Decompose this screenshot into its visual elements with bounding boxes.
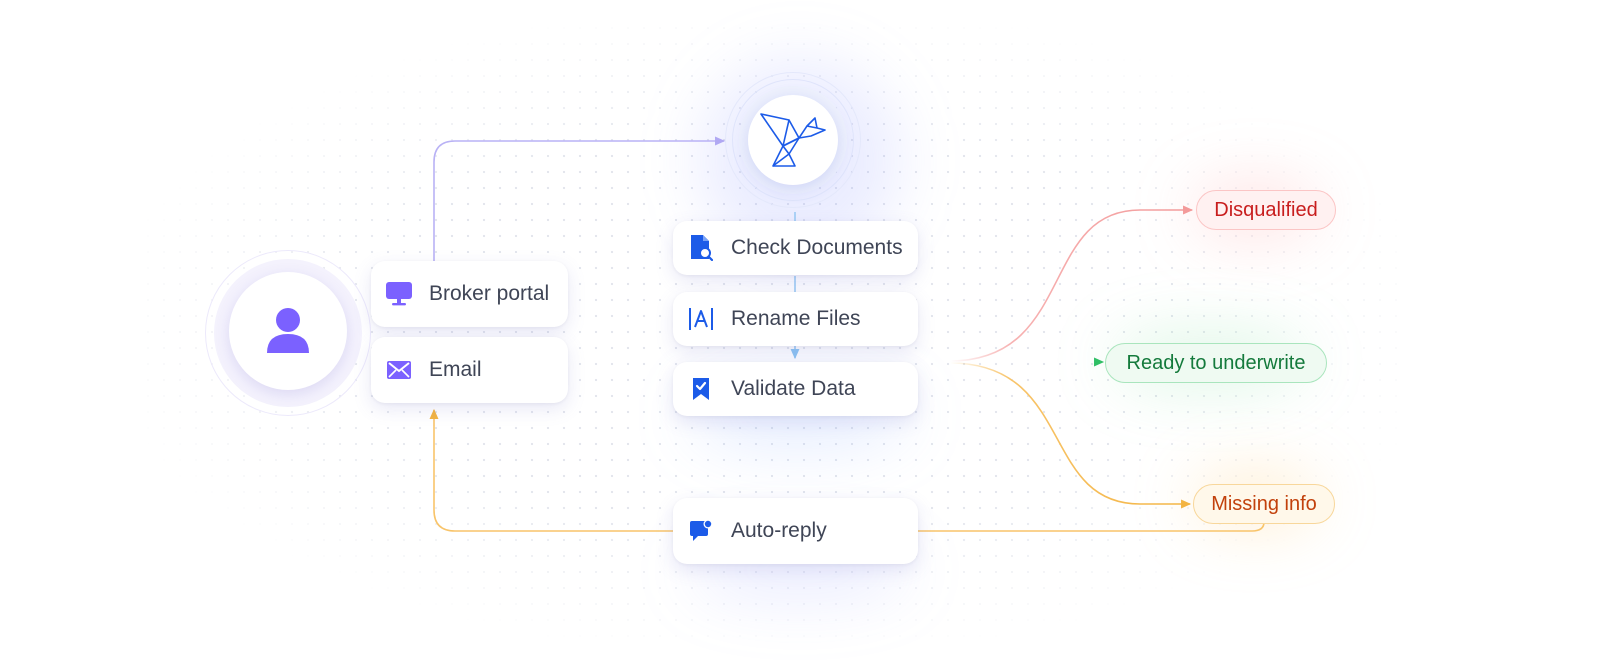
step-check-documents[interactable]: Check Documents [673,221,918,275]
auto-reply-card[interactable]: Auto-reply [673,498,918,564]
outcome-disqualified[interactable]: Disqualified [1196,190,1336,230]
wire-to-disqualified [949,205,1194,362]
outcome-ready-to-underwrite[interactable]: Ready to underwrite [1105,343,1327,383]
email-label: Email [429,358,482,381]
bookmark-check-icon [687,375,715,403]
wire-to-missing [949,362,1192,509]
step-validate-data[interactable]: Validate Data [673,362,918,416]
step-rename-files-label: Rename Files [731,307,861,330]
processor-logo[interactable] [748,95,838,185]
step-check-documents-label: Check Documents [731,236,903,259]
document-search-icon [687,234,715,262]
origami-bird-logo-icon [760,113,826,167]
chat-notification-icon [687,517,715,545]
step-rename-files[interactable]: Rename Files [673,292,918,346]
broker-portal-label: Broker portal [429,282,550,305]
user-icon [267,308,309,353]
outcome-missing-info[interactable]: Missing info [1193,484,1335,524]
email-card[interactable]: Email [371,337,568,403]
broker-portal-card[interactable]: Broker portal [371,261,568,327]
envelope-icon [385,356,413,384]
monitor-icon [385,280,413,308]
user-avatar[interactable] [229,272,347,390]
auto-reply-label: Auto-reply [731,519,827,542]
text-cursor-icon [687,305,715,333]
step-validate-data-label: Validate Data [731,377,856,400]
wire-autoreply-to-email [429,408,673,532]
